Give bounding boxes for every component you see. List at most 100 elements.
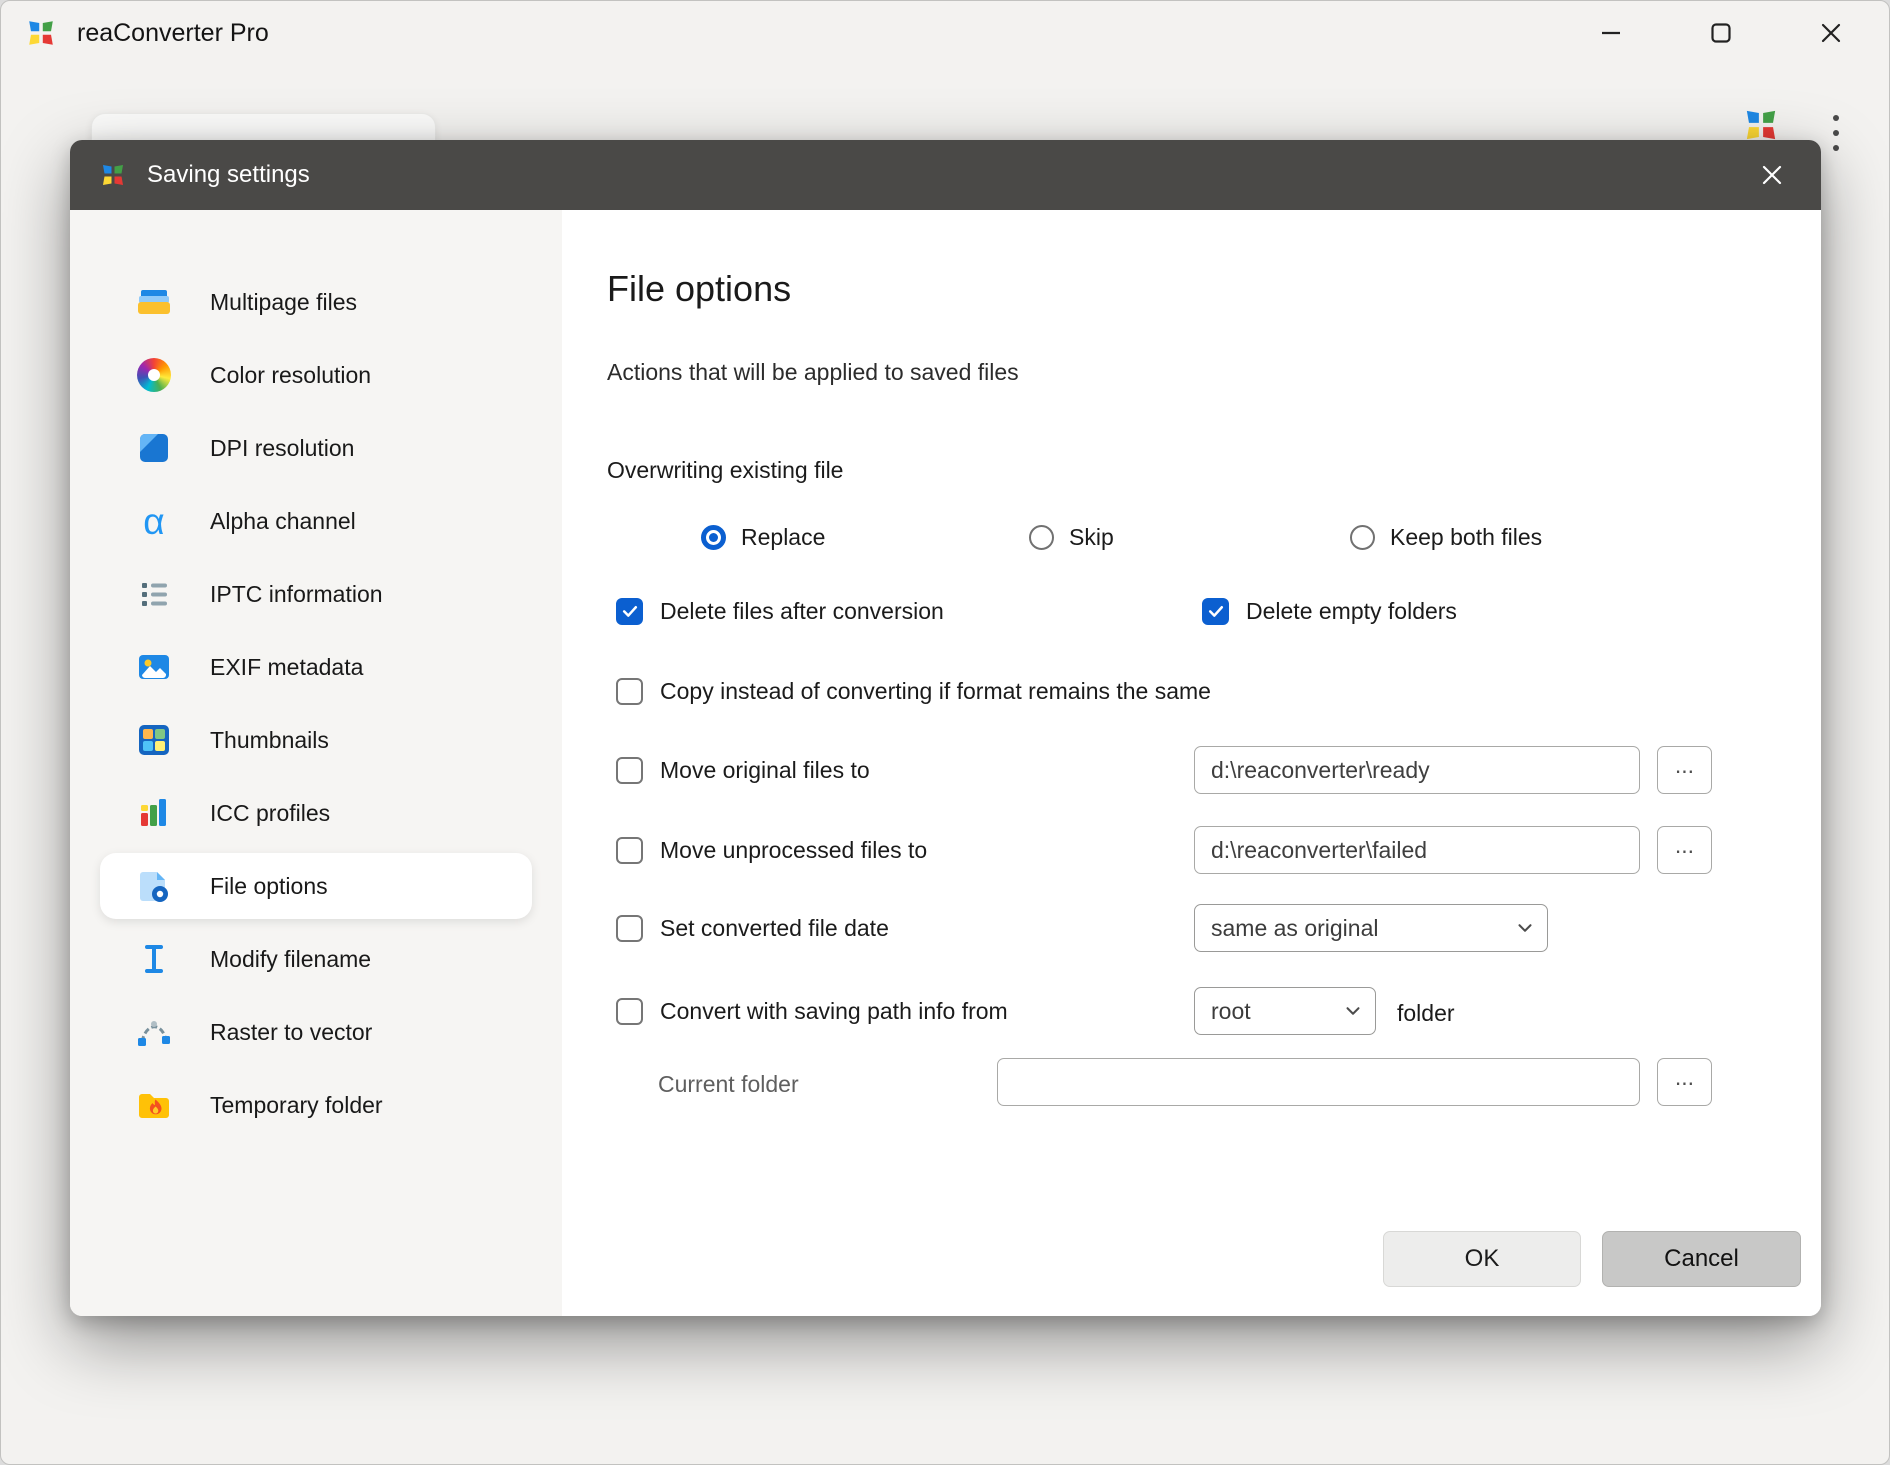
current-folder-label: Current folder: [658, 1071, 799, 1097]
sidebar-item-exif-metadata[interactable]: EXIF metadata: [100, 634, 532, 700]
checkbox-unchecked-icon[interactable]: [616, 997, 643, 1025]
multipage-files-icon: [134, 282, 174, 322]
page-subtitle: Actions that will be applied to saved fi…: [607, 359, 1019, 385]
checkbox-unchecked-icon[interactable]: [616, 914, 643, 942]
minimize-button[interactable]: [1588, 10, 1634, 56]
sidebar-item-temporary-folder[interactable]: Temporary folder: [100, 1072, 532, 1138]
exif-metadata-icon: [134, 647, 174, 687]
sidebar-item-label: Temporary folder: [210, 1091, 383, 1118]
browse-current-folder-button[interactable]: ...: [1657, 1058, 1712, 1106]
page-title: File options: [607, 268, 792, 309]
sidebar-item-iptc-information[interactable]: IPTC information: [100, 561, 532, 627]
sidebar-item-color-resolution[interactable]: Color resolution: [100, 342, 532, 408]
sidebar-item-icc-profiles[interactable]: ICC profiles: [100, 780, 532, 846]
sidebar-item-label: Thumbnails: [210, 726, 329, 753]
radio-unselected-icon[interactable]: [1029, 524, 1054, 550]
iptc-information-icon: [134, 574, 174, 614]
maximize-button[interactable]: [1698, 10, 1744, 56]
cancel-button[interactable]: Cancel: [1602, 1231, 1801, 1287]
sidebar-item-label: Multipage files: [210, 288, 358, 315]
sidebar-item-file-options[interactable]: File options: [100, 853, 532, 919]
browse-unprocessed-button[interactable]: ...: [1657, 826, 1712, 874]
current-folder-input[interactable]: [997, 1058, 1640, 1106]
radio-selected-icon[interactable]: [701, 524, 726, 550]
checkbox-delete-files-after-conversion[interactable]: Delete files after conversion: [616, 597, 944, 625]
sidebar-item-multipage-files[interactable]: Multipage files: [100, 269, 532, 335]
more-menu-button[interactable]: [1829, 115, 1843, 151]
checkbox-set-converted-file-date[interactable]: Set converted file date: [616, 914, 889, 942]
sidebar-item-dpi-resolution[interactable]: DPI resolution: [100, 415, 532, 481]
sidebar-item-label: File options: [210, 872, 328, 899]
raster-to-vector-icon: [134, 1012, 174, 1052]
dialog-titlebar: Saving settings: [70, 140, 1821, 210]
sidebar-item-label: IPTC information: [210, 580, 383, 607]
file-options-icon: [134, 866, 174, 906]
dialog-logo-icon: [102, 164, 124, 186]
radio-keep-both-files[interactable]: Keep both files: [1350, 520, 1542, 554]
sidebar-item-raster-to-vector[interactable]: Raster to vector: [100, 999, 532, 1065]
dialog-title: Saving settings: [147, 161, 310, 188]
sidebar-item-label: DPI resolution: [210, 434, 355, 461]
checkbox-label: Move original files to: [660, 756, 870, 783]
dialog-body: Multipage files Color resolution DPI res…: [70, 210, 1821, 1316]
temporary-folder-icon: [134, 1085, 174, 1125]
checkbox-checked-icon[interactable]: [616, 597, 643, 625]
checkbox-unchecked-icon[interactable]: [616, 677, 643, 705]
move-original-path-input[interactable]: [1194, 746, 1640, 794]
sidebar-item-label: Modify filename: [210, 945, 372, 972]
modify-filename-icon: [134, 939, 174, 979]
dialog-sidebar: Multipage files Color resolution DPI res…: [70, 210, 562, 1316]
select-value: same as original: [1211, 914, 1379, 941]
sidebar-item-label: ICC profiles: [210, 799, 331, 826]
dialog-close-button[interactable]: [1749, 152, 1795, 198]
app-logo-icon: [29, 21, 53, 45]
radio-replace[interactable]: Replace: [701, 520, 825, 554]
radio-label: Replace: [741, 523, 826, 550]
sidebar-item-label: Color resolution: [210, 361, 372, 388]
app-window: reaConverter Pro Save as WebP: [0, 0, 1890, 1465]
bottom-bar: Save as WebP to Subfolder: Converted Con…: [1, 1349, 1889, 1464]
checkbox-move-original-files[interactable]: Move original files to: [616, 756, 870, 784]
checkbox-unchecked-icon[interactable]: [616, 836, 643, 864]
browse-original-button[interactable]: ...: [1657, 746, 1712, 794]
move-unprocessed-path-input[interactable]: [1194, 826, 1640, 874]
select-value: root: [1211, 997, 1251, 1024]
radio-label: Skip: [1069, 523, 1114, 550]
checkbox-label: Copy instead of converting if format rem…: [660, 677, 1211, 704]
checkbox-label: Convert with saving path info from: [660, 997, 1008, 1024]
saving-settings-dialog: Saving settings Multipage files Color re…: [70, 140, 1821, 1316]
checkbox-copy-instead[interactable]: Copy instead of converting if format rem…: [616, 677, 1211, 705]
dpi-resolution-icon: [134, 428, 174, 468]
sidebar-item-alpha-channel[interactable]: α Alpha channel: [100, 488, 532, 554]
sidebar-item-label: Raster to vector: [210, 1018, 373, 1045]
chevron-down-icon: [1503, 917, 1547, 939]
sidebar-item-modify-filename[interactable]: Modify filename: [100, 926, 532, 992]
app-title: reaConverter Pro: [77, 18, 269, 47]
ok-button[interactable]: OK: [1383, 1231, 1581, 1287]
alpha-channel-icon: α: [143, 500, 165, 542]
radio-label: Keep both files: [1390, 523, 1543, 550]
icc-profiles-icon: [134, 793, 174, 833]
checkbox-unchecked-icon[interactable]: [616, 756, 643, 784]
file-options-panel: File options Actions that will be applie…: [562, 210, 1821, 1316]
checkbox-delete-empty-folders[interactable]: Delete empty folders: [1202, 597, 1457, 625]
checkbox-label: Delete empty folders: [1246, 597, 1457, 624]
close-button[interactable]: [1808, 10, 1854, 56]
radio-skip[interactable]: Skip: [1029, 520, 1114, 554]
window-controls: [1588, 10, 1854, 56]
sidebar-item-label: Alpha channel: [210, 507, 356, 534]
thumbnails-icon: [134, 720, 174, 760]
file-date-select[interactable]: same as original: [1194, 904, 1548, 952]
checkbox-convert-with-path-info[interactable]: Convert with saving path info from: [616, 997, 1008, 1025]
chevron-down-icon: [1331, 1000, 1375, 1022]
overwrite-section-label: Overwriting existing file: [607, 457, 844, 483]
checkbox-label: Move unprocessed files to: [660, 836, 928, 863]
radio-unselected-icon[interactable]: [1350, 524, 1375, 550]
color-resolution-icon: [134, 355, 174, 395]
path-root-select[interactable]: root: [1194, 987, 1376, 1035]
checkbox-label: Set converted file date: [660, 914, 889, 941]
checkbox-move-unprocessed-files[interactable]: Move unprocessed files to: [616, 836, 927, 864]
sidebar-item-thumbnails[interactable]: Thumbnails: [100, 707, 532, 773]
checkbox-checked-icon[interactable]: [1202, 597, 1229, 625]
checkbox-label: Delete files after conversion: [660, 597, 944, 624]
